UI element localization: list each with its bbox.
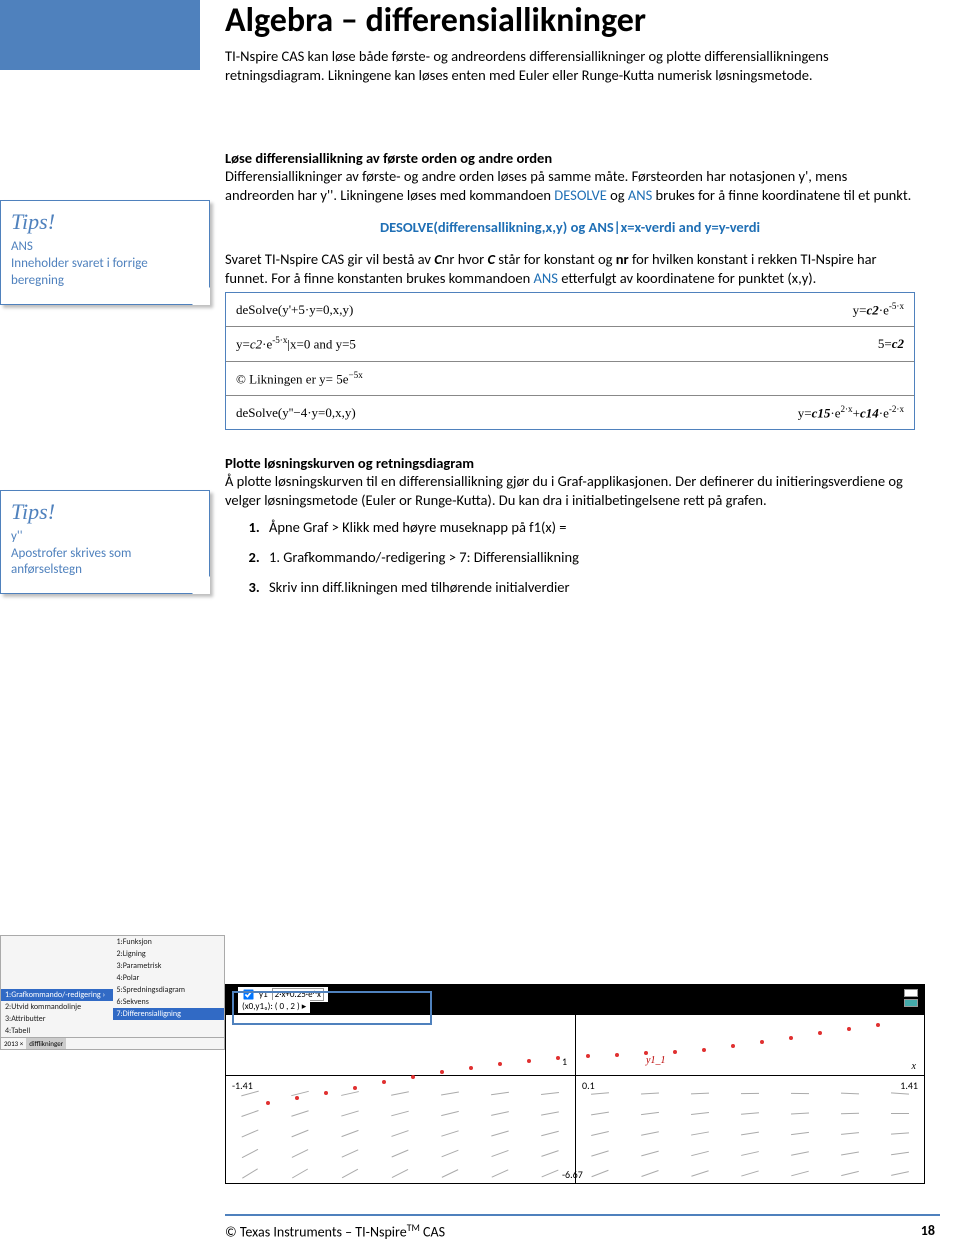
page-title: Algebra – differensiallikninger <box>225 0 915 41</box>
tips-sidebar: Tips! ANS Inneholder svaret i forrige be… <box>0 200 210 634</box>
cas-output: y=c15·e2·x+c14·e-2·x <box>798 404 904 421</box>
step-item: Skriv inn diff.likningen med tilhørende … <box>263 578 915 596</box>
tips-line: y'' <box>11 529 199 546</box>
explanation: Svaret TI-Nspire CAS gir vil bestå av Cn… <box>225 250 915 288</box>
tips-title: Tips! <box>11 209 199 235</box>
cas-row: © Likningen er y= 5e−5x <box>226 362 914 396</box>
tick-label: -1.41 <box>232 1079 253 1092</box>
menu-item[interactable]: 4:Tabell <box>1 1025 113 1037</box>
menu-item[interactable]: 5:Spredningsdiagram <box>113 984 225 996</box>
steps-list: Åpne Graf > Klikk med høyre museknapp på… <box>225 518 915 596</box>
cas-input: deSolve(y''−4·y=0,x,y) <box>236 405 356 421</box>
tips-box-apostrophe: Tips! y'' Apostrofer skrives som anførse… <box>0 490 210 595</box>
footer-rule <box>225 1214 940 1216</box>
step-item: 1. Grafkommando/-redigering > 7: Differe… <box>263 548 915 566</box>
menu-item[interactable]: 2:Utvid kommandolinje <box>1 1001 113 1013</box>
tick-label: 0.1 <box>582 1079 595 1092</box>
menu-item[interactable]: 3:Parametrisk <box>113 960 225 972</box>
y-axis <box>575 1015 576 1183</box>
tips-line: Inneholder svaret i forrige beregning <box>11 256 199 290</box>
curve-label: y1_1 <box>646 1055 665 1066</box>
x-label: x <box>912 1061 916 1072</box>
menu-item[interactable]: 1:Funksjon <box>113 936 225 948</box>
cas-row: y=c2·e-5·x|x=0 and y=5 5=c2 <box>226 327 914 361</box>
tips-line: ANS <box>11 239 199 256</box>
cas-input: deSolve(y'+5·y=0,x,y) <box>236 302 353 318</box>
menu-item[interactable]: 1:Grafkommando/-redigering › <box>1 989 113 1001</box>
highlight-box <box>232 991 432 1025</box>
menu-item[interactable]: 3:Attributter <box>1 1013 113 1025</box>
context-menu-screenshot: 1:Grafkommando/-redigering › 2:Utvid kom… <box>0 935 225 1050</box>
header-blue-block <box>0 0 200 70</box>
tick-label: 1 <box>562 1055 567 1068</box>
menu-item[interactable]: 6:Sekvens <box>113 996 225 1008</box>
cas-output-box: deSolve(y'+5·y=0,x,y) y=c2·e-5·x y=c2·e-… <box>225 292 915 430</box>
cas-row: deSolve(y'+5·y=0,x,y) y=c2·e-5·x <box>226 293 914 327</box>
plot-area[interactable]: y1_1 x -1.41 0.1 1.41 1 -6.67 <box>226 1015 924 1183</box>
section-body: Å plotte løsningskurven til en differens… <box>225 472 915 510</box>
tips-title: Tips! <box>11 499 199 525</box>
tab-label: 2013 × <box>1 1038 26 1049</box>
cas-comment: © Likningen er y= 5e−5x <box>236 370 363 387</box>
main-content: Algebra – differensiallikninger TI-Nspir… <box>225 0 935 608</box>
tick-label: 1.41 <box>900 1079 918 1092</box>
tab-label: difflikninger <box>26 1038 66 1049</box>
section-heading: Løse differensiallikning av første orden… <box>225 149 915 167</box>
cas-input: y=c2·e-5·x|x=0 and y=5 <box>236 335 356 352</box>
tips-line: Apostrofer skrives som anførselstegn <box>11 546 199 580</box>
menu-item[interactable]: 2:Ligning <box>113 948 225 960</box>
footer-copyright: © Texas Instruments – TI-NspireTM CAS <box>225 1222 445 1241</box>
page-number: 18 <box>921 1222 935 1241</box>
syntax-line: DESOLVE(differensallikning,x,y) og ANS|x… <box>225 218 915 236</box>
section-heading: Plotte løsningskurven og retningsdiagram <box>225 454 915 472</box>
section-body: Differensiallikninger av første- og andr… <box>225 167 915 205</box>
tick-label: -6.67 <box>562 1168 583 1181</box>
menu-item[interactable]: 7:Differensialligning <box>113 1008 225 1020</box>
cas-output: y=c2·e-5·x <box>853 301 904 318</box>
graph-screenshot: y1 2·x+0.25·e^x (x0,y1₀): ( 0 , 2 ) ▸ y1… <box>225 984 925 1184</box>
cas-row: deSolve(y''−4·y=0,x,y) y=c15·e2·x+c14·e-… <box>226 396 914 429</box>
tips-box-ans: Tips! ANS Inneholder svaret i forrige be… <box>0 200 210 305</box>
step-item: Åpne Graf > Klikk med høyre museknapp på… <box>263 518 915 536</box>
menu-item[interactable]: 4:Polar <box>113 972 225 984</box>
page-footer: © Texas Instruments – TI-NspireTM CAS 18 <box>225 1222 935 1241</box>
graph-toolbar-icons[interactable] <box>904 989 918 1007</box>
cas-output: 5=c2 <box>878 336 904 352</box>
intro-text: TI-Nspire CAS kan løse både første- og a… <box>225 47 915 85</box>
